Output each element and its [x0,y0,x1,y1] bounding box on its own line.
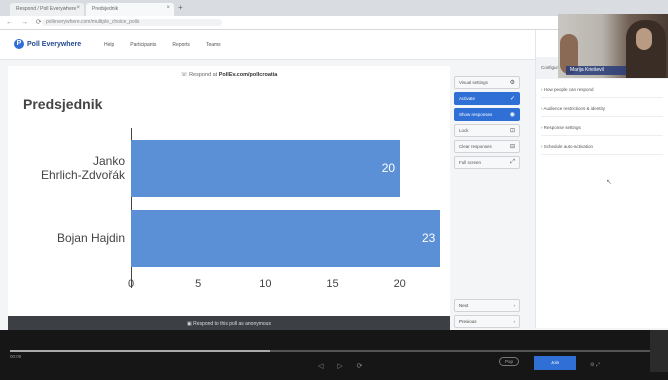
x-tick-label: 20 [393,278,406,290]
sidebar-item[interactable]: › Schedule auto-activation [541,139,663,155]
video-face [636,28,652,50]
sidebar-item[interactable]: › How people can respond [541,82,663,98]
toolbar-button-trash[interactable]: Clear responses ⊟ [454,140,520,153]
expand-icon: ⤢ [510,159,515,165]
toolbar-button-label: Full screen [459,160,482,165]
close-tab-icon[interactable]: × [166,5,170,11]
chevron-icon: ‹ [513,319,516,324]
toolbar-button-label: Activate [459,96,476,101]
x-tick-label: 5 [195,278,202,290]
presenter-toolbar: Visual settings ⚙ Activate ✓ Show responses ◉… [454,76,520,172]
category-label-line: Janko [92,154,125,168]
toolbar-button-gear[interactable]: Visual settings ⚙ [454,76,520,89]
respond-prefix: Respond at [189,72,218,78]
browser-tab[interactable]: Respond / Poll Everywhere × [10,3,84,16]
toolbar-button-label: Lock [459,128,469,133]
participant-name: Marija Krieševil [566,66,626,75]
respond-url: PollEv.com/pollcroatia [218,72,278,78]
toolbar-button-label: Show responses [459,112,493,117]
app-root: Respond / Poll Everywhere × Predsjednik … [0,0,668,380]
seek-progress [10,350,270,352]
sidebar-item[interactable]: › Audience restrictions & identity [541,101,663,117]
check-icon: ✓ [509,96,515,102]
respond-instructions: ☏ Respond at PollEv.com/pollcroatia [8,72,450,78]
top-nav: Help Participants Reports Teams [104,42,221,48]
category-label-line: Bojan Hajdin [56,231,125,245]
chevron-icon: › [513,303,516,308]
participant-video[interactable]: Marija Krieševil [558,14,668,78]
new-tab-icon[interactable]: + [178,3,183,12]
x-tick-label: 0 [127,278,135,290]
nav-link-participants[interactable]: Participants [130,42,156,48]
bar-value-label: 20 [381,161,396,175]
playback-time: 00:00 [10,354,22,359]
toolbar-button-check[interactable]: Activate ✓ [454,92,520,105]
x-tick-label: 15 [326,278,339,290]
toolbar-button-lock[interactable]: Lock ⊡ [454,124,520,137]
browser-tab-label: Predsjednik [92,6,119,12]
toolbar-button-expand[interactable]: Full screen ⤢ [454,156,520,169]
close-tab-icon[interactable]: × [76,5,80,11]
url-input[interactable]: polleverywhere.com/multiple_choice_polls [42,19,222,26]
brand-logo[interactable]: P Poll Everywhere [14,39,81,49]
nav-button-label: Next [459,303,469,308]
mouse-cursor-icon: ↖ [606,179,612,186]
toolbar-button-label: Visual settings [459,80,488,85]
join-button[interactable]: Join [534,356,576,370]
gear-icon: ⚙ [509,80,515,86]
recording-player-bar: 00:00 ◁ ▷ ⟳ Pop Join ⚙ ⤢ [0,330,668,380]
logo-icon: P [14,39,24,49]
app-header: P Poll Everywhere Help Participants Repo… [0,30,535,60]
x-tick-label: 10 [259,278,272,290]
bar-value-label: 23 [422,231,436,245]
player-controls-icons[interactable]: ◁ ▷ ⟳ [318,362,369,370]
nav-link-reports[interactable]: Reports [172,42,190,48]
pop-button[interactable]: Pop [499,357,519,366]
next-button[interactable]: Next › [454,299,520,312]
respond-icon: ☏ [180,72,190,78]
lock-icon: ⊡ [509,128,515,134]
toolbar-button-eye[interactable]: Show responses ◉ [454,108,520,121]
poll-title: Predsjednik [23,96,103,112]
sidebar-item[interactable]: › Response settings [541,120,663,136]
anonymous-response-text: Respond to this poll as anonymous [193,321,271,327]
trash-icon: ⊟ [509,144,515,150]
slide-navigation: Next › Previous ‹ [454,299,520,331]
category-label-line: Ehrlich-Zdvořák [40,168,125,182]
category-label: Janko Ehrlich-Zdvořák [41,154,125,182]
player-side-panel [650,330,668,372]
browser-tab-label: Respond / Poll Everywhere [16,6,77,12]
browser-nav-icons[interactable]: ← → ⟳ [6,18,45,26]
category-label: Bojan Hajdin [57,231,125,245]
chart-bar [131,140,400,197]
browser-tab-active[interactable]: Predsjednik × [86,3,174,16]
eye-icon: ◉ [509,112,515,118]
nav-link-help[interactable]: Help [104,42,114,48]
nav-link-teams[interactable]: Teams [206,42,221,48]
player-settings-icon[interactable]: ⚙ ⤢ [590,362,600,368]
toolbar-button-label: Clear responses [459,144,492,149]
brand-name: Poll Everywhere [27,40,82,48]
chart-bar [131,210,440,267]
poll-presentation: ☏ Respond at PollEv.com/pollcroatia Pred… [8,66,450,332]
nav-button-label: Previous [459,319,477,324]
previous-button[interactable]: Previous ‹ [454,315,520,328]
